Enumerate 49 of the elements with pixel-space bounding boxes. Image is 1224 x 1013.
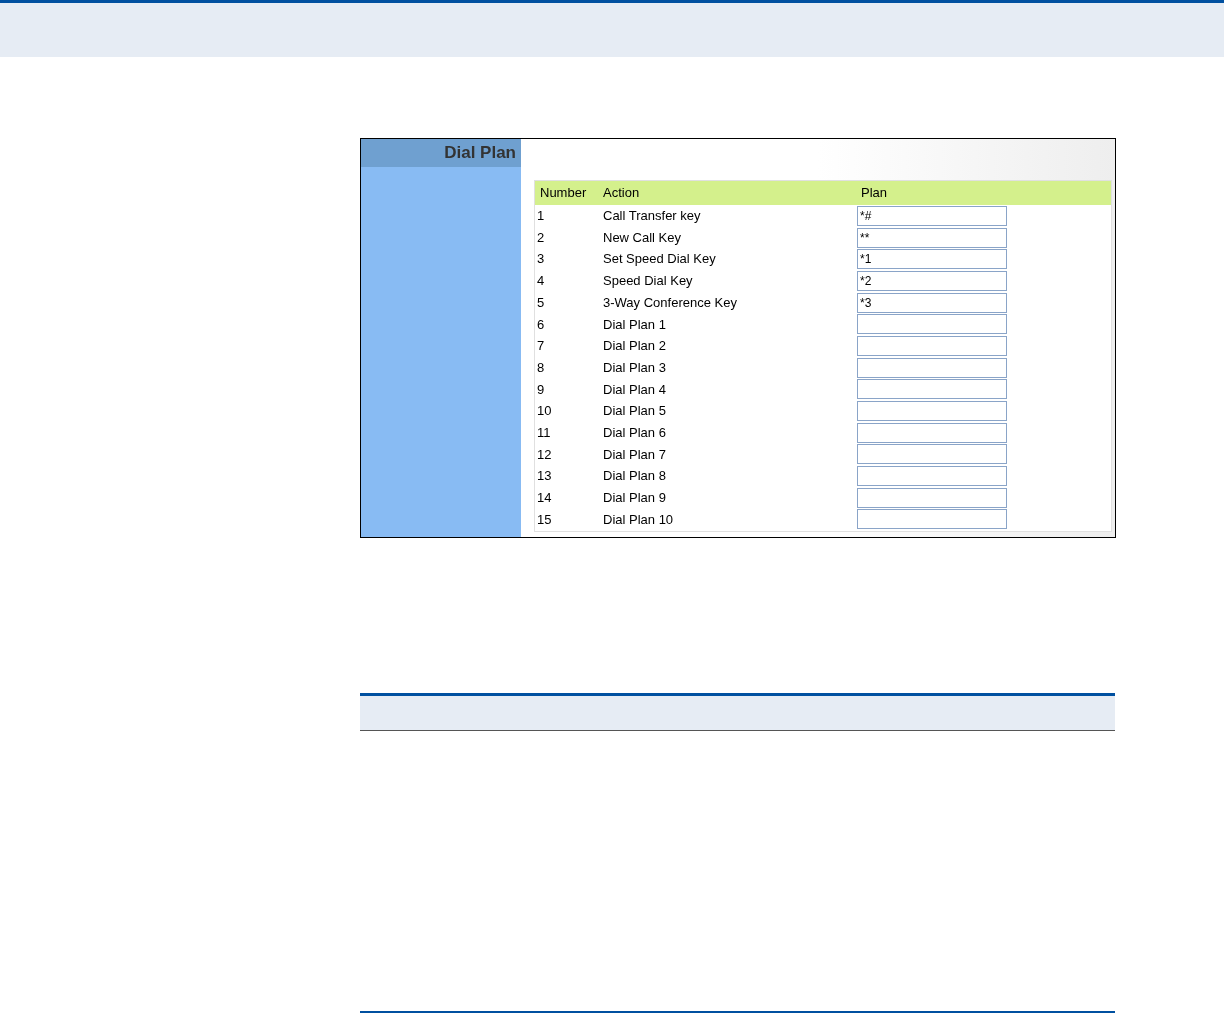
column-header: Action xyxy=(603,184,641,203)
table-cell-text: Dial Plan 1 xyxy=(603,315,667,334)
plan-input-field[interactable] xyxy=(857,379,1007,400)
table-cell-text: Call Transfer key xyxy=(603,207,702,226)
table-cell-text: Set Speed Dial Key xyxy=(603,250,717,269)
table-cell-text: Dial Plan 5 xyxy=(603,402,667,421)
plan-input-field[interactable] xyxy=(857,401,1007,422)
table-cell-text: 13 xyxy=(536,467,553,486)
plan-input-field[interactable] xyxy=(857,466,1007,487)
table-cell-text: 6 xyxy=(536,315,546,334)
table-cell-text: Dial Plan 9 xyxy=(603,489,667,508)
plan-input-field[interactable]: *# xyxy=(857,205,1007,226)
table-cell-text: 10 xyxy=(536,402,553,421)
plan-input-field[interactable] xyxy=(857,422,1007,443)
plan-input-field[interactable]: ** xyxy=(857,227,1007,248)
column-header: Plan xyxy=(860,184,888,203)
table-cell-text: Dial Plan 10 xyxy=(603,510,675,529)
plan-input-field[interactable] xyxy=(857,509,1007,530)
table-cell-text: Dial Plan 4 xyxy=(603,380,667,399)
table-cell-text: 4 xyxy=(536,272,546,291)
table-cell-text: 9 xyxy=(536,380,546,399)
plan-input-field[interactable] xyxy=(857,314,1007,335)
plan-input-field[interactable] xyxy=(857,444,1007,465)
table-cell-text: 12 xyxy=(536,445,553,464)
table-cell-text: Dial Plan 6 xyxy=(603,423,667,442)
table-cell-text: 11 xyxy=(536,423,552,442)
plan-input-field[interactable]: *3 xyxy=(857,292,1007,313)
table-cell-text: 2 xyxy=(536,228,546,247)
panel-title: Dial Plan xyxy=(361,139,521,167)
table-cell-text: Dial Plan 7 xyxy=(603,445,667,464)
table-cell-text: 8 xyxy=(536,358,546,377)
table-cell-text: 3 xyxy=(536,250,546,269)
plan-input-field[interactable]: *1 xyxy=(857,249,1007,270)
table-cell-text: 3-Way Conference Key xyxy=(603,293,738,312)
table-cell-text: Dial Plan 8 xyxy=(603,467,667,486)
column-header: Number xyxy=(539,184,588,203)
table-cell-text: Dial Plan 3 xyxy=(603,358,667,377)
table-cell-text: 15 xyxy=(536,510,553,529)
table-cell-text: Dial Plan 2 xyxy=(603,337,667,356)
table-cell-text: Speed Dial Key xyxy=(603,272,694,291)
table-cell-text: 14 xyxy=(536,489,553,508)
table-cell-text: New Call Key xyxy=(603,228,683,247)
table-cell-text: 1 xyxy=(536,207,546,226)
plan-input-field[interactable] xyxy=(857,357,1007,378)
plan-input-field[interactable] xyxy=(857,335,1007,356)
table-cell-text: 5 xyxy=(536,293,546,312)
table-cell-text: 7 xyxy=(536,337,546,356)
plan-input-field[interactable]: *2 xyxy=(857,270,1007,291)
plan-input-field[interactable] xyxy=(857,487,1007,508)
